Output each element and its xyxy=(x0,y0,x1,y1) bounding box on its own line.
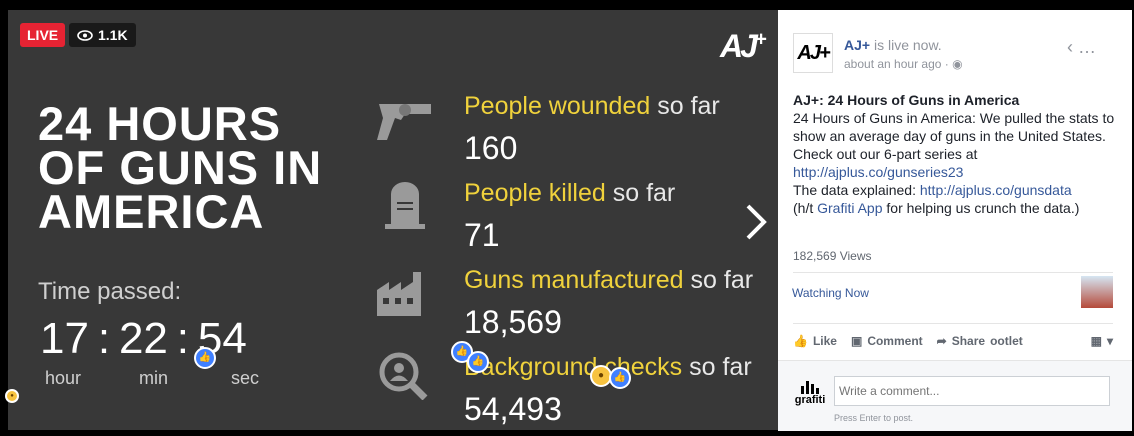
wow-reaction-icon: ● xyxy=(5,389,19,403)
divider xyxy=(793,272,1113,273)
view-count: 182,569 Views xyxy=(793,249,872,263)
aj-plus-logo: AJ+ xyxy=(720,28,766,64)
header-icons: ‹ … xyxy=(1067,37,1096,58)
factory-icon xyxy=(377,272,421,316)
watching-thumbnail[interactable] xyxy=(1081,276,1113,308)
tombstone-icon xyxy=(385,182,425,229)
stat-label-killed: People killed so far xyxy=(464,179,676,207)
post-body: 24 Hours of Guns in America: We pulled t… xyxy=(793,110,1115,144)
stat-value-background-checks: 54,493 xyxy=(464,391,562,427)
speech-bubble-icon: ▣ xyxy=(850,334,863,348)
like-reaction-icon: 👍 xyxy=(467,351,489,373)
post-series-line: Check out our 6-part series at xyxy=(793,146,978,162)
post-panel: AJ+ AJ+ is live now. about an hour ago ·… xyxy=(778,10,1132,431)
hat-tip-line: (h/t Grafiti App for helping us crunch t… xyxy=(793,200,1080,216)
page-name-link[interactable]: AJ+ xyxy=(844,37,870,53)
clock-minutes: 22 xyxy=(118,314,168,363)
bar-chart-icon xyxy=(801,381,819,394)
post-title: AJ+: 24 Hours of Guns in America xyxy=(793,92,1020,108)
enter-hint: Press Enter to post. xyxy=(834,413,914,423)
more-options-icon[interactable]: … xyxy=(1078,37,1096,57)
collapse-chevron-icon[interactable]: ‹ xyxy=(1067,37,1073,57)
live-badge: LIVE xyxy=(20,23,66,47)
page-status-line: AJ+ is live now. xyxy=(844,37,942,53)
post-text: AJ+: 24 Hours of Guns in America 24 Hour… xyxy=(793,91,1123,217)
revolver-icon xyxy=(377,104,431,140)
data-explained-line: The data explained: http://ajplus.co/gun… xyxy=(793,182,1072,198)
post-as-selector[interactable]: ▦ ▾ xyxy=(1091,334,1113,348)
unit-min: min xyxy=(139,368,169,388)
page-avatar[interactable]: AJ+ xyxy=(793,33,833,73)
stat-value-manufactured: 18,569 xyxy=(464,304,562,340)
like-reaction-icon: 👍 xyxy=(194,347,216,369)
globe-icon: ◉ xyxy=(952,57,963,71)
thumbs-up-icon: 👍 xyxy=(793,334,808,348)
video-title: 24 HOURS OF GUNS IN AMERICA xyxy=(38,97,323,238)
watching-now-link[interactable]: Watching Now xyxy=(792,286,869,300)
stat-value-killed: 71 xyxy=(464,217,500,253)
share-button[interactable]: ➦ Share ootlet xyxy=(937,334,1023,348)
like-button[interactable]: 👍 Like xyxy=(793,334,837,348)
dropdown-caret-icon: ▾ xyxy=(1106,334,1113,348)
time-passed-label: Time passed: xyxy=(38,278,182,305)
grafiti-mini-icon: ▦ xyxy=(1090,334,1102,348)
unit-sec: sec xyxy=(231,368,260,388)
comment-button[interactable]: ▣ Comment xyxy=(851,334,923,348)
like-reaction-icon: 👍 xyxy=(609,367,631,389)
grafiti-link[interactable]: Grafiti App xyxy=(817,200,882,216)
unit-hour: hour xyxy=(45,368,82,388)
live-video[interactable]: LIVE 1.1K AJ+ 24 HOURS OF GUNS IN AMERIC… xyxy=(8,10,778,430)
share-arrow-icon: ➦ xyxy=(936,334,947,348)
viewer-count-badge: 1.1K xyxy=(69,23,136,47)
series-link[interactable]: http://ajplus.co/gunseries23 xyxy=(793,164,963,180)
next-arrow-icon[interactable] xyxy=(743,202,769,242)
stat-label-wounded: People wounded so far xyxy=(464,92,720,120)
viewer-count: 1.1K xyxy=(98,27,128,43)
commenter-avatar: grafiti xyxy=(793,378,827,412)
clock-hours: 17 xyxy=(40,314,89,363)
divider xyxy=(793,323,1113,324)
eye-icon xyxy=(77,29,93,41)
action-bar: 👍 Like ▣ Comment ➦ Share ootlet ▦ ▾ xyxy=(793,334,1113,348)
stat-value-wounded: 160 xyxy=(464,130,518,166)
data-link[interactable]: http://ajplus.co/gunsdata xyxy=(920,182,1072,198)
stat-label-manufactured: Guns manufactured so far xyxy=(464,266,754,294)
post-time[interactable]: about an hour ago · ◉ xyxy=(844,57,963,71)
magnifier-person-icon xyxy=(379,352,428,400)
comment-input[interactable] xyxy=(834,376,1110,406)
